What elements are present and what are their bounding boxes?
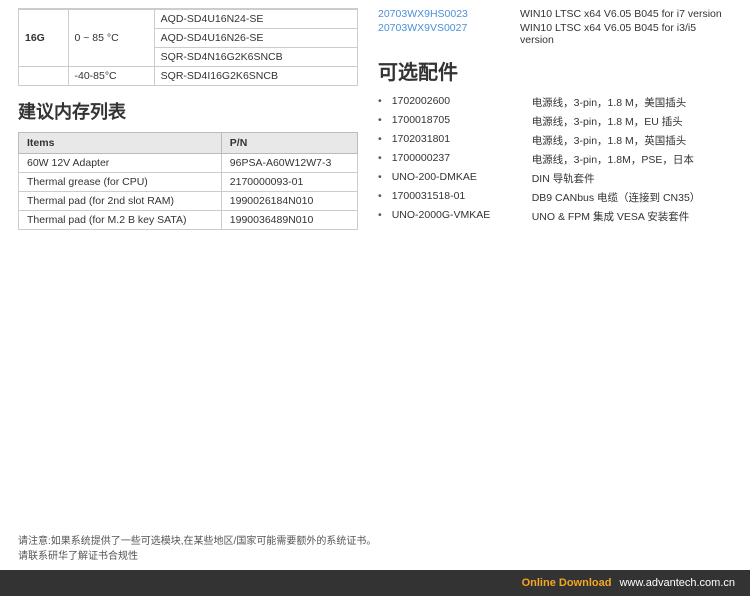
- optional-item: 1702031801电源线，3-pin，1.8 M，英国插头: [378, 133, 732, 148]
- footer-note-line1: 请注意:如果系统提供了一些可选模块,在某些地区/国家可能需要额外的系统证书。: [18, 534, 732, 549]
- website-url: www.advantech.com.cn: [619, 577, 735, 589]
- footer-note-line2: 请联系研华了解证书合规性: [18, 549, 732, 564]
- memory-col-items: Items: [19, 133, 222, 154]
- memory-col-pn: P/N: [221, 133, 357, 154]
- optional-list: 1702002600电源线，3-pin，1.8 M，美国插头 1700018705…: [378, 95, 732, 224]
- footer-bar: Online Download www.advantech.com.cn: [0, 570, 750, 596]
- top-right-models: 20703WX9HS0023WIN10 LTSC x64 V6.05 B045 …: [378, 8, 732, 46]
- optional-item: 1700018705电源线，3-pin，1.8 M，EU 插头: [378, 114, 732, 129]
- memory-table: Items P/N 60W 12V Adapter96PSA-A60W12W7-…: [18, 132, 358, 230]
- optional-item: 1700000237电源线，3-pin，1.8M，PSE，日本: [378, 152, 732, 167]
- optional-item: 1700031518-01DB9 CANbus 电缆（连接到 CN35）: [378, 190, 732, 205]
- online-download-label: Online Download: [522, 577, 612, 589]
- top-memory-table: 16G0 ~ 85 °CAQD-SD4U16N24-SEAQD-SD4U16N2…: [18, 8, 358, 86]
- optional-item: UNO-2000G-VMKAEUNO & FPM 集成 VESA 安装套件: [378, 209, 732, 224]
- footer-note: 请注意:如果系统提供了一些可选模块,在某些地区/国家可能需要额外的系统证书。 请…: [18, 534, 732, 564]
- memory-section-heading: 建议内存列表: [18, 98, 358, 124]
- optional-heading: 可选配件: [378, 56, 732, 85]
- optional-item: UNO-200-DMKAEDIN 导轨套件: [378, 171, 732, 186]
- optional-item: 1702002600电源线，3-pin，1.8 M，美国插头: [378, 95, 732, 110]
